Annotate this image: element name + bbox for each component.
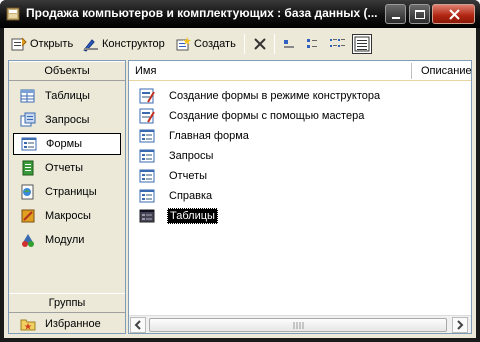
form-icon: [21, 137, 37, 151]
large-icons-icon: [284, 40, 294, 48]
form-icon: [139, 129, 155, 143]
column-divider[interactable]: [411, 63, 412, 79]
chevron-left-icon: [134, 320, 141, 330]
list-item-label: Запросы: [169, 150, 214, 162]
page-icon: [21, 184, 34, 200]
list-item[interactable]: Справка: [139, 187, 214, 205]
object-pages[interactable]: Страницы: [13, 181, 121, 203]
small-icons-icon: [307, 39, 317, 48]
module-icon: [22, 234, 34, 247]
list-item-label: Создание формы с помощью мастера: [169, 110, 365, 122]
delete-icon: [254, 38, 266, 50]
list-item[interactable]: Запросы: [139, 147, 215, 165]
minimize-icon: [392, 17, 400, 19]
objects-header[interactable]: Объекты: [9, 61, 125, 81]
object-label: Модули: [45, 234, 85, 246]
list-item-label: Справка: [169, 190, 213, 202]
column-description-header[interactable]: Описание: [421, 65, 472, 77]
list-icon: [330, 39, 345, 47]
form-icon: [139, 169, 155, 183]
grip-icon: [293, 322, 304, 329]
access-db-icon: [6, 7, 20, 21]
open-button[interactable]: Открыть: [10, 34, 73, 54]
groups-header[interactable]: Группы: [9, 293, 125, 313]
list-item[interactable]: Отчеты: [139, 167, 209, 185]
open-icon: [11, 37, 27, 51]
object-label: Макросы: [45, 210, 91, 222]
object-label: Отчеты: [45, 162, 84, 174]
scroll-right-button[interactable]: [452, 317, 468, 333]
create-icon: [176, 37, 191, 51]
form-icon: [139, 209, 155, 223]
groups-list: Избранное: [9, 313, 125, 333]
toolbar-separator: [244, 34, 245, 54]
object-label: Формы: [46, 138, 83, 150]
list-item[interactable]: Создание формы с помощью мастера: [139, 107, 366, 125]
favorites-folder-icon: [20, 319, 36, 331]
title-bar[interactable]: Продажа компьютеров и комплектующих : ба…: [0, 0, 480, 28]
table-icon: [20, 89, 35, 103]
chevron-right-icon: [457, 320, 464, 330]
column-header: Имя Описание: [129, 61, 472, 81]
list-item[interactable]: Создание формы в режиме конструктора: [139, 87, 382, 105]
object-label: Запросы: [45, 114, 90, 126]
list-item-label: Главная форма: [169, 130, 249, 142]
report-icon: [22, 160, 34, 176]
close-icon: [449, 9, 460, 20]
open-label: Открыть: [30, 38, 74, 50]
objects-list: Таблицы Запросы Формы Отчеты Страницы Ма…: [9, 81, 125, 295]
objects-list-view: Имя Описание Создание формы в режиме кон…: [128, 60, 472, 334]
object-label: Избранное: [45, 318, 101, 330]
small-icons-view-button[interactable]: [304, 34, 324, 54]
wizard-form-icon: [139, 108, 155, 124]
list-item-selected[interactable]: Таблицы: [139, 207, 218, 225]
object-reports[interactable]: Отчеты: [13, 157, 121, 179]
design-label: Конструктор: [102, 38, 165, 50]
list-item-label: Создание формы в режиме конструктора: [169, 90, 381, 102]
maximize-icon: [415, 10, 425, 19]
details-icon: [354, 36, 370, 52]
column-name-header[interactable]: Имя: [135, 65, 156, 77]
object-label: Страницы: [45, 186, 97, 198]
details-view-button[interactable]: [352, 34, 372, 54]
toolbar: Открыть Конструктор Создать: [4, 28, 476, 58]
large-icons-view-button[interactable]: [280, 34, 300, 54]
scroll-thumb[interactable]: [149, 318, 447, 332]
macro-icon: [21, 209, 35, 223]
header-underline: [129, 80, 471, 81]
query-icon: [20, 112, 36, 127]
database-window: Продажа компьютеров и комплектующих : ба…: [0, 0, 480, 342]
object-tables[interactable]: Таблицы: [13, 85, 121, 107]
horizontal-scrollbar[interactable]: [129, 315, 471, 333]
object-modules[interactable]: Модули: [13, 229, 121, 251]
list-item-label: Таблицы: [167, 208, 218, 224]
form-icon: [139, 189, 155, 203]
maximize-button[interactable]: [409, 4, 430, 24]
object-queries[interactable]: Запросы: [13, 109, 121, 131]
delete-button[interactable]: [250, 34, 270, 54]
object-forms[interactable]: Формы: [13, 133, 121, 155]
create-label: Создать: [194, 38, 236, 50]
wizard-form-icon: [139, 88, 155, 104]
toolbar-separator: [274, 34, 275, 54]
group-favorites[interactable]: Избранное: [13, 313, 121, 335]
scroll-left-button[interactable]: [130, 317, 146, 333]
window-client: Открыть Конструктор Создать Объекты Табл…: [4, 28, 476, 338]
list-item-label: Отчеты: [169, 170, 208, 182]
minimize-button[interactable]: [385, 4, 406, 24]
list-item[interactable]: Главная форма: [139, 127, 251, 145]
design-icon: [83, 39, 98, 52]
list-view-button[interactable]: [328, 34, 348, 54]
design-button[interactable]: Конструктор: [82, 34, 165, 54]
window-title: Продажа компьютеров и комплектующих : ба…: [26, 6, 378, 20]
close-button[interactable]: [432, 4, 475, 24]
object-macros[interactable]: Макросы: [13, 205, 121, 227]
form-icon: [139, 149, 155, 163]
create-button[interactable]: Создать: [174, 34, 236, 54]
objects-pane: Объекты Таблицы Запросы Формы Отчеты Стр…: [8, 60, 126, 334]
object-label: Таблицы: [45, 90, 90, 102]
